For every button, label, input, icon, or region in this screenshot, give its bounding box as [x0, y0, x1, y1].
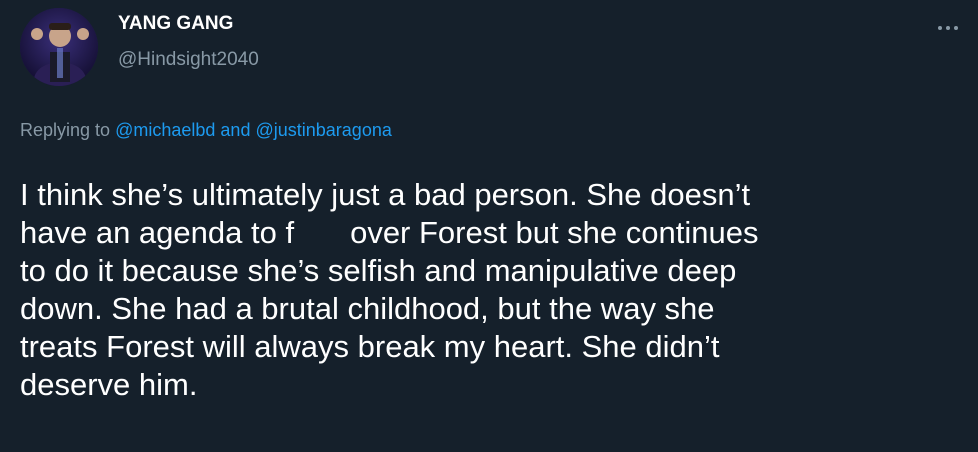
tweet-body-fragment: have an agenda to f	[20, 215, 295, 250]
avatar-photo	[20, 8, 98, 86]
avatar[interactable]	[20, 8, 98, 86]
tweet-body-line: deserve him.	[20, 367, 198, 402]
more-options-button[interactable]	[928, 18, 968, 38]
replying-to-label: Replying to	[20, 120, 111, 140]
tweet-body-fragment: over Forest but she continues	[350, 215, 759, 250]
tweet-body: I think she’s ultimately just a bad pers…	[20, 176, 960, 404]
mention-link[interactable]: @michaelbd	[115, 120, 215, 140]
replying-to-line: Replying to @michaelbd and @justinbarago…	[20, 118, 392, 142]
user-handle[interactable]: @Hindsight2040	[118, 48, 259, 72]
tweet-body-line: to do it because she’s selfish and manip…	[20, 253, 737, 288]
ellipsis-icon	[938, 26, 958, 30]
mention-link[interactable]: @justinbaragona	[255, 120, 391, 140]
tweet-body-line: down. She had a brutal childhood, but th…	[20, 291, 715, 326]
tweet-body-line: have an agenda to f over Forest but she c…	[20, 214, 960, 252]
tweet-card: YANG GANG @Hindsight2040 Replying to @mi…	[0, 0, 978, 452]
display-name[interactable]: YANG GANG	[118, 12, 233, 36]
tweet-body-line: treats Forest will always break my heart…	[20, 329, 720, 364]
tweet-body-line: I think she’s ultimately just a bad pers…	[20, 177, 751, 212]
replying-to-and: and	[220, 120, 251, 140]
